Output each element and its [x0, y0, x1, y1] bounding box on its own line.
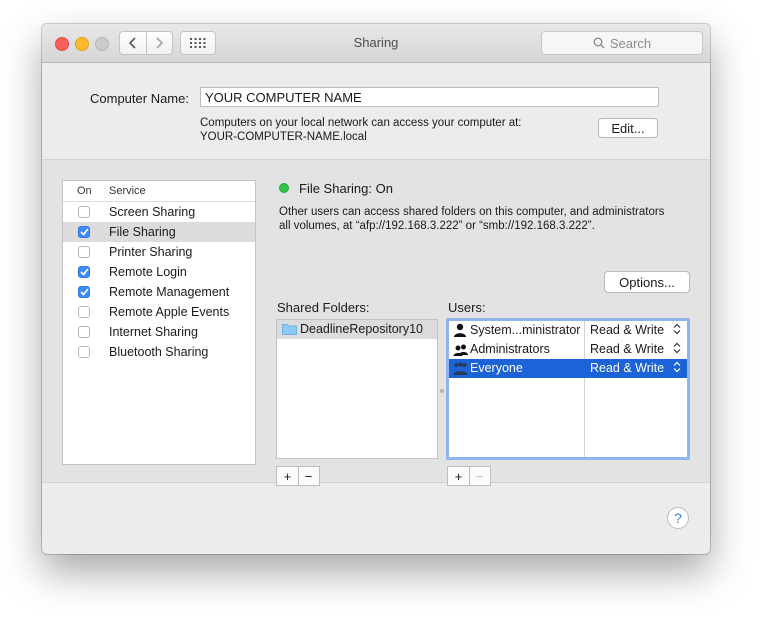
service-row[interactable]: File Sharing	[63, 222, 255, 242]
status-text: File Sharing: On	[299, 181, 393, 196]
user-row[interactable]: Administrators Read & Write	[449, 340, 687, 359]
user-name: Everyone	[470, 361, 523, 375]
folder-icon	[282, 323, 297, 338]
everyone-icon	[453, 361, 468, 378]
checkmark-icon	[79, 268, 89, 276]
local-hostname: YOUR-COMPUTER-NAME.local	[200, 131, 367, 143]
remove-shared-folder-button[interactable]: −	[298, 467, 319, 485]
sharing-window: Sharing Search Computer Name: YOUR COMPU…	[42, 24, 710, 554]
description-line: all volumes, at “afp://192.168.3.222” or…	[279, 220, 595, 232]
file-sharing-description: Other users can access shared folders on…	[279, 205, 689, 233]
computer-name-label: Computer Name:	[90, 91, 189, 106]
user-row[interactable]: Everyone Read & Write	[449, 359, 687, 378]
service-checkbox[interactable]	[78, 246, 90, 258]
updown-arrows-icon[interactable]	[673, 342, 681, 357]
search-placeholder: Search	[609, 35, 652, 51]
permission-popup[interactable]: Read & Write	[590, 342, 664, 356]
header-on: On	[77, 185, 92, 197]
service-checkbox[interactable]	[78, 346, 90, 358]
search-icon	[593, 37, 605, 49]
service-row[interactable]: Internet Sharing	[63, 322, 255, 342]
users-add-remove: + −	[447, 466, 491, 486]
service-label: Screen Sharing	[109, 205, 196, 219]
computer-name-input[interactable]: YOUR COMPUTER NAME	[200, 87, 659, 107]
service-label: Remote Apple Events	[109, 305, 230, 319]
title-bar: Sharing Search	[42, 24, 710, 63]
add-shared-folder-button[interactable]: +	[277, 467, 299, 485]
service-checkbox[interactable]	[78, 306, 90, 318]
checkmark-icon	[79, 288, 89, 296]
service-label: Printer Sharing	[109, 245, 193, 259]
updown-arrows-icon[interactable]	[673, 361, 681, 376]
service-checkbox[interactable]	[78, 286, 90, 298]
shared-folder-row[interactable]: DeadlineRepository10	[277, 320, 437, 339]
users-label: Users:	[448, 300, 486, 315]
remove-user-button[interactable]: −	[469, 467, 490, 485]
service-label: Internet Sharing	[109, 325, 198, 339]
service-label: Remote Login	[109, 265, 187, 279]
edit-button[interactable]: Edit...	[598, 118, 658, 138]
service-checkbox[interactable]	[78, 326, 90, 338]
user-row[interactable]: System...ministrator Read & Write	[449, 321, 687, 340]
service-list-header: On Service	[63, 181, 255, 202]
service-label: Remote Management	[109, 285, 230, 299]
options-button[interactable]: Options...	[604, 271, 690, 293]
shared-folders-label: Shared Folders:	[277, 300, 370, 315]
service-list: On Service Screen Sharing File Sharing Pri…	[62, 180, 256, 465]
service-row[interactable]: Remote Login	[63, 262, 255, 282]
split-view-handle[interactable]	[440, 389, 444, 393]
add-user-button[interactable]: +	[448, 467, 470, 485]
shared-folders-add-remove: + −	[276, 466, 320, 486]
user-name: Administrators	[470, 342, 550, 356]
user-name: System...ministrator	[470, 323, 581, 337]
service-row[interactable]: Bluetooth Sharing	[63, 342, 255, 362]
shared-folders-list[interactable]: DeadlineRepository10	[276, 319, 438, 459]
help-button[interactable]: ?	[667, 507, 689, 529]
checkmark-icon	[79, 228, 89, 236]
description-line: Other users can access shared folders on…	[279, 206, 665, 218]
service-label: Bluetooth Sharing	[109, 345, 209, 359]
users-list[interactable]: System...ministrator Read & Write Administ…	[446, 318, 690, 460]
shared-folder-name: DeadlineRepository10	[300, 322, 423, 336]
updown-arrows-icon[interactable]	[673, 323, 681, 338]
service-checkbox[interactable]	[78, 266, 90, 278]
header-service: Service	[109, 185, 146, 197]
service-checkbox[interactable]	[78, 206, 90, 218]
service-row[interactable]: Remote Management	[63, 282, 255, 302]
service-checkbox[interactable]	[78, 226, 90, 238]
service-row[interactable]: Screen Sharing	[63, 202, 255, 222]
service-row[interactable]: Remote Apple Events	[63, 302, 255, 322]
search-field[interactable]: Search	[541, 31, 703, 55]
permission-popup[interactable]: Read & Write	[590, 361, 664, 375]
service-label: File Sharing	[109, 225, 176, 239]
permission-popup[interactable]: Read & Write	[590, 323, 664, 337]
status-indicator	[279, 183, 289, 193]
user-icon	[453, 323, 467, 340]
network-address-note: Computers on your local network can acce…	[200, 116, 522, 144]
group-icon	[453, 342, 468, 359]
computer-name-section: Computer Name: YOUR COMPUTER NAME Comput…	[42, 63, 710, 160]
sharing-main-panel: On Service Screen Sharing File Sharing Pri…	[42, 160, 710, 486]
service-row[interactable]: Printer Sharing	[63, 242, 255, 262]
network-note-line: Computers on your local network can acce…	[200, 117, 522, 129]
